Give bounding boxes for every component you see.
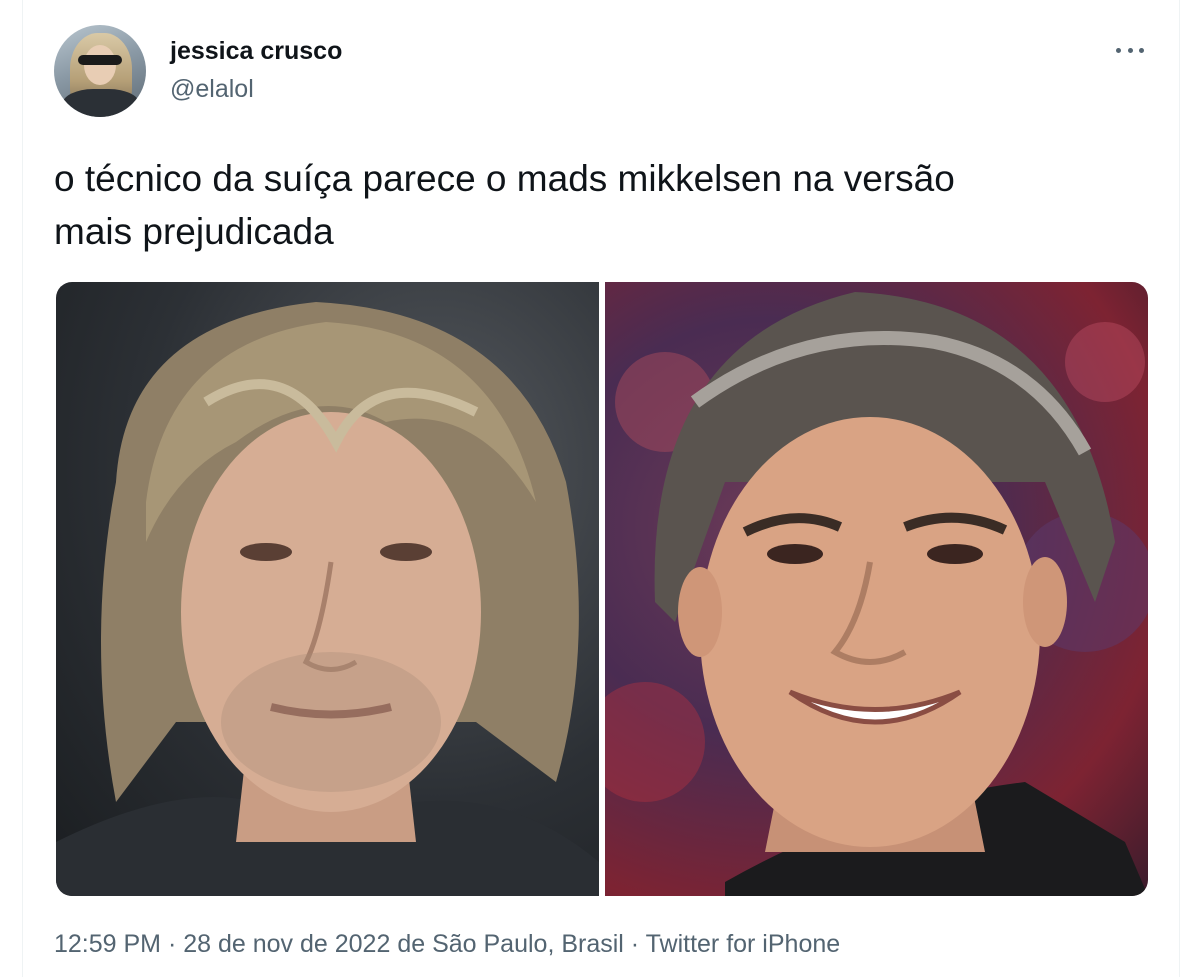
- more-dot: [1116, 47, 1121, 53]
- meta-separator: ·: [623, 930, 646, 958]
- photo-left-illustration: [56, 302, 599, 896]
- avatar-coat: [62, 89, 140, 117]
- tweet-source[interactable]: Twitter for iPhone: [646, 930, 841, 958]
- avatar[interactable]: [54, 25, 146, 117]
- photo-right[interactable]: [605, 282, 1148, 896]
- author-handle[interactable]: @elalol: [170, 75, 254, 104]
- photo-right-illustration: [605, 292, 1148, 896]
- more-options-icon[interactable]: [1112, 38, 1148, 62]
- tweet-time[interactable]: 12:59 PM: [54, 930, 161, 958]
- meta-separator: ·: [161, 930, 184, 958]
- photo-left[interactable]: [56, 282, 599, 896]
- tweet-meta: 12:59 PM · 28 de nov de 2022 de São Paul…: [54, 930, 840, 959]
- tweet-date[interactable]: 28 de nov de 2022: [183, 930, 390, 958]
- avatar-face: [84, 45, 116, 85]
- tweet-media[interactable]: [56, 282, 1148, 896]
- more-dot: [1127, 47, 1133, 53]
- avatar-sunglasses: [78, 55, 122, 65]
- tweet-text: o técnico da suíça parece o mads mikkels…: [54, 158, 955, 252]
- author-display-name[interactable]: jessica crusco: [170, 37, 342, 66]
- tweet-location: de São Paulo, Brasil: [390, 930, 624, 958]
- more-dot: [1139, 47, 1144, 53]
